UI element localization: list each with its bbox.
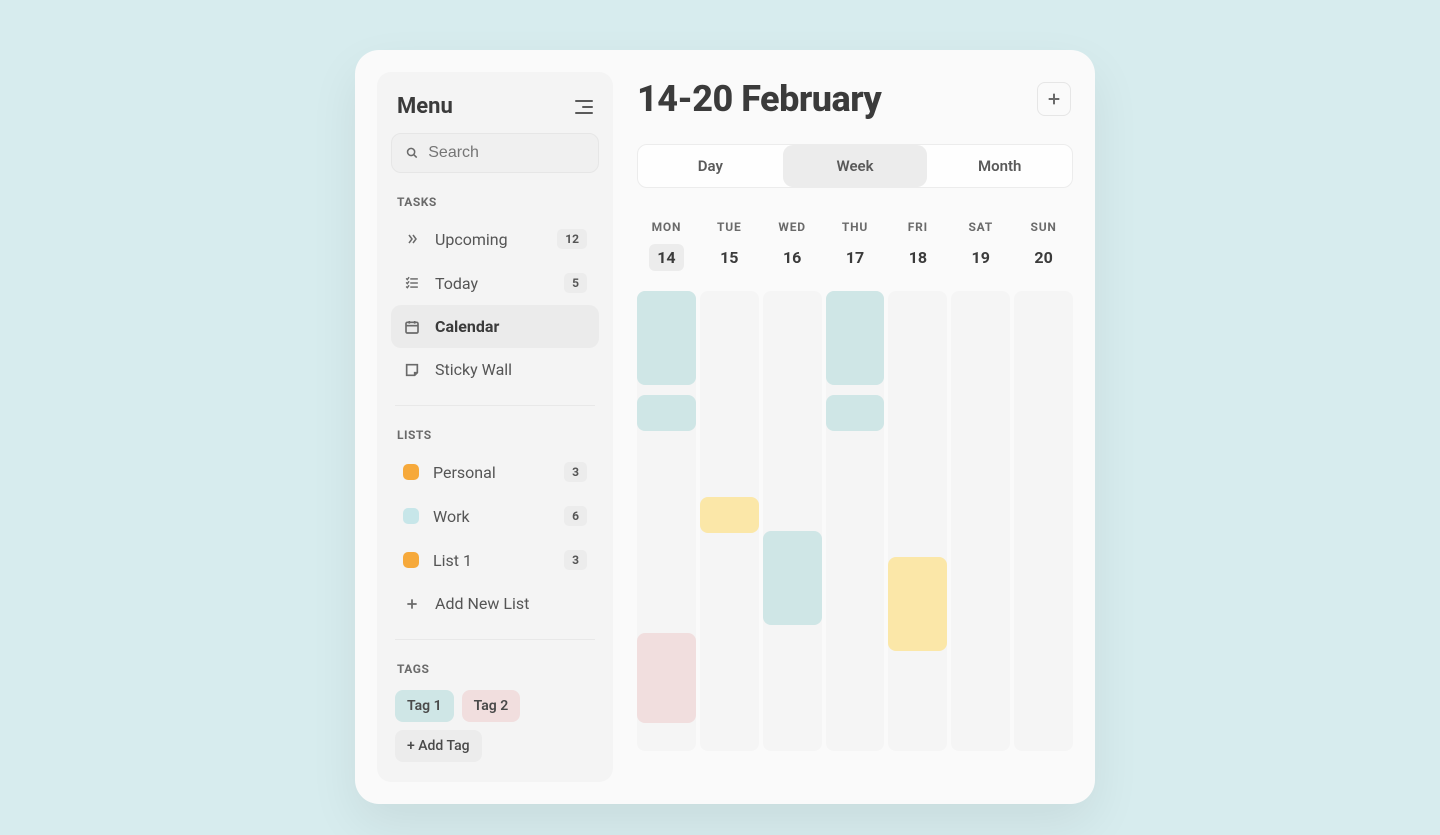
- nav-upcoming[interactable]: Upcoming 12: [391, 217, 599, 261]
- day-column[interactable]: [763, 291, 822, 751]
- tags-row: Tag 1 Tag 2 + Add Tag: [391, 684, 599, 764]
- count-badge: 3: [564, 550, 587, 570]
- nav-today[interactable]: Today 5: [391, 261, 599, 305]
- main-header: 14-20 February: [637, 78, 1073, 120]
- tag-chip[interactable]: Tag 1: [395, 690, 454, 722]
- day-column[interactable]: [1014, 291, 1073, 751]
- add-list-button[interactable]: Add New List: [391, 582, 599, 625]
- day-number: 15: [712, 244, 746, 271]
- day-header[interactable]: THU 17: [826, 220, 885, 271]
- plus-icon: [1046, 91, 1062, 107]
- tag-chip[interactable]: Tag 2: [462, 690, 521, 722]
- tasks-section-label: TASKS: [391, 173, 599, 217]
- day-abbr: SUN: [1014, 220, 1073, 234]
- list-label: Work: [433, 507, 470, 526]
- main-panel: 14-20 February Day Week Month MON 14 TUE 15…: [637, 72, 1073, 782]
- day-number: 19: [964, 244, 998, 271]
- calendar-event[interactable]: [826, 291, 885, 385]
- sidebar-header: Menu: [391, 90, 599, 133]
- nav-label: Today: [435, 274, 478, 293]
- add-event-button[interactable]: [1037, 82, 1071, 116]
- day-column[interactable]: [637, 291, 696, 751]
- list-1[interactable]: List 1 3: [391, 538, 599, 582]
- week-body: [637, 291, 1073, 751]
- calendar-event[interactable]: [637, 291, 696, 385]
- calendar-event[interactable]: [763, 531, 822, 625]
- count-badge: 5: [564, 273, 587, 293]
- day-abbr: SAT: [951, 220, 1010, 234]
- day-number: 17: [838, 244, 872, 271]
- lists-section-label: LISTS: [391, 406, 599, 450]
- nav-label: Sticky Wall: [435, 360, 512, 379]
- collapse-sidebar-icon[interactable]: [575, 100, 593, 114]
- view-toggle: Day Week Month: [637, 144, 1073, 188]
- day-column[interactable]: [951, 291, 1010, 751]
- calendar-event[interactable]: [826, 395, 885, 431]
- view-month[interactable]: Month: [927, 145, 1072, 187]
- search-field[interactable]: [391, 133, 599, 173]
- search-input[interactable]: [428, 144, 584, 162]
- color-swatch: [403, 508, 419, 524]
- day-header[interactable]: TUE 15: [700, 220, 759, 271]
- calendar-event[interactable]: [700, 497, 759, 533]
- list-work[interactable]: Work 6: [391, 494, 599, 538]
- list-label: Personal: [433, 463, 496, 482]
- sidebar-title: Menu: [397, 94, 453, 119]
- day-abbr: TUE: [700, 220, 759, 234]
- day-number: 20: [1026, 244, 1060, 271]
- day-number: 16: [775, 244, 809, 271]
- list-label: List 1: [433, 551, 472, 570]
- page-title: 14-20 February: [637, 78, 881, 120]
- nav-calendar[interactable]: Calendar: [391, 305, 599, 348]
- day-header[interactable]: SUN 20: [1014, 220, 1073, 271]
- chevrons-right-icon: [403, 233, 421, 245]
- view-week[interactable]: Week: [783, 145, 928, 187]
- view-day[interactable]: Day: [638, 145, 783, 187]
- nav-sticky-wall[interactable]: Sticky Wall: [391, 348, 599, 391]
- calendar-event[interactable]: [637, 633, 696, 723]
- week-header: MON 14 TUE 15 WED 16 THU 17 FRI 18 SAT 19 SUN 20: [637, 220, 1073, 271]
- calendar-event[interactable]: [888, 557, 947, 651]
- nav-label: Upcoming: [435, 230, 508, 249]
- add-list-label: Add New List: [435, 594, 529, 613]
- day-column[interactable]: [826, 291, 885, 751]
- day-abbr: THU: [826, 220, 885, 234]
- day-header[interactable]: FRI 18: [888, 220, 947, 271]
- day-header[interactable]: MON 14: [637, 220, 696, 271]
- plus-icon: [403, 597, 421, 611]
- sticky-note-icon: [403, 362, 421, 378]
- app-card: Menu TASKS Upcoming 12 Today 5: [355, 50, 1095, 804]
- list-personal[interactable]: Personal 3: [391, 450, 599, 494]
- color-swatch: [403, 552, 419, 568]
- day-number: 18: [901, 244, 935, 271]
- day-header[interactable]: WED 16: [763, 220, 822, 271]
- tags-section-label: TAGS: [391, 640, 599, 684]
- day-number: 14: [649, 244, 683, 271]
- add-tag-button[interactable]: + Add Tag: [395, 730, 482, 762]
- day-abbr: FRI: [888, 220, 947, 234]
- search-icon: [406, 146, 418, 160]
- nav-label: Calendar: [435, 317, 499, 336]
- calendar-event[interactable]: [637, 395, 696, 431]
- day-header[interactable]: SAT 19: [951, 220, 1010, 271]
- color-swatch: [403, 464, 419, 480]
- count-badge: 12: [557, 229, 587, 249]
- day-abbr: WED: [763, 220, 822, 234]
- day-abbr: MON: [637, 220, 696, 234]
- count-badge: 3: [564, 462, 587, 482]
- list-check-icon: [403, 276, 421, 290]
- day-column[interactable]: [700, 291, 759, 751]
- sidebar: Menu TASKS Upcoming 12 Today 5: [377, 72, 613, 782]
- day-column[interactable]: [888, 291, 947, 751]
- count-badge: 6: [564, 506, 587, 526]
- calendar-icon: [403, 319, 421, 335]
